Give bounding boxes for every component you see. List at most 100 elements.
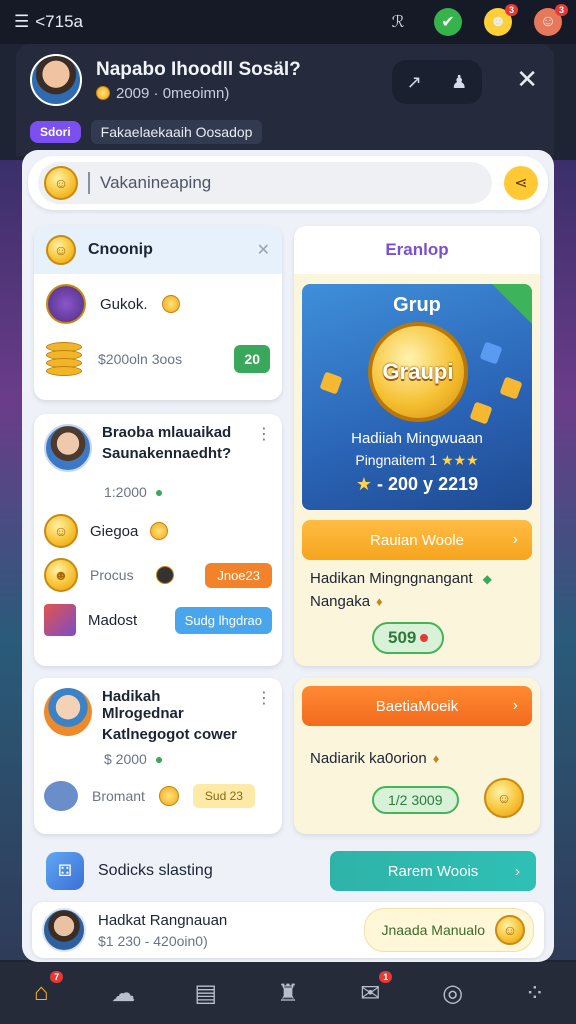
coin-stack-icon xyxy=(46,340,88,378)
count-chip[interactable]: 20 xyxy=(234,345,270,373)
bonus-button[interactable]: BaetiaMoeik › xyxy=(302,686,532,726)
group-description: Hadikan Mingngnangant ◆ Nangaka ♦ xyxy=(310,570,530,610)
check-icon[interactable]: ✔ xyxy=(434,8,462,36)
menu-icon: ☰ xyxy=(14,12,30,31)
collapse-icon[interactable]: ✕ xyxy=(257,240,270,260)
challenge-card: Braoba mlauaikad Saunakennaedht? ⋮ 1:200… xyxy=(34,414,282,666)
profile-name: Napabo Ihoodll Sosäl? xyxy=(96,58,301,80)
challenge-meta: 1:2000 xyxy=(104,484,147,500)
group-card-title: Cnoonip xyxy=(88,241,153,258)
group-desc-line2: Nangaka xyxy=(310,593,371,610)
profile-bar-name: Hadkat Rangnauan xyxy=(98,911,228,929)
challenge-title: Braoba mlauaikad xyxy=(102,424,232,441)
tab-group[interactable]: Eranlop xyxy=(294,226,540,274)
shop-icon[interactable]: ▤ xyxy=(186,973,226,1013)
share-icon[interactable]: ⋖ xyxy=(504,166,538,200)
menu-button[interactable]: ☰ <715a xyxy=(14,12,83,32)
list-item-label: Madost xyxy=(88,611,138,629)
avatar[interactable] xyxy=(30,54,82,106)
medal-icon: ♦ xyxy=(376,594,383,609)
group-card: ☺ Cnoonip ✕ Gukok. $200oln 3oos 20 xyxy=(34,226,282,400)
list-item-label: Giegoa xyxy=(90,522,139,540)
main-panel: ☺ Vakanineaping ⋖ ☺ Cnoonip ✕ Gukok. $20… xyxy=(22,150,554,962)
profile-icon[interactable]: ☺ 3 xyxy=(534,4,568,36)
chat-icon[interactable]: ☁ xyxy=(103,973,143,1013)
avatar[interactable] xyxy=(42,908,86,952)
coin-icon xyxy=(161,295,180,313)
search-bar[interactable]: ☺ Vakanineaping ⋖ xyxy=(28,156,548,210)
translate-icon[interactable]: ℛ xyxy=(384,8,412,36)
score-pill[interactable]: 509 xyxy=(372,622,445,654)
profile-subtitle: 2009 · 0meoimn) xyxy=(96,85,301,102)
coin-icon: ☺ xyxy=(44,166,78,200)
message-icon[interactable]: ✉ 1 xyxy=(350,971,393,1013)
profile-subtitle-text: 2009 · 0meoimn) xyxy=(116,84,230,102)
social-label: Sodicks slasting xyxy=(98,862,213,879)
home-icon[interactable]: ⌂ 7 xyxy=(21,971,64,1013)
join-button[interactable]: Jnaada Manualo ☺ xyxy=(364,908,534,952)
coin-icon xyxy=(96,86,110,100)
group-action-label: Rauian Woole xyxy=(370,531,464,549)
coin-icon xyxy=(158,786,179,806)
reward-amount: $ 2000 xyxy=(104,751,147,767)
coin-pouch-icon xyxy=(46,284,86,324)
bonus-card: BaetiaMoeik › Nadiarik ka0orion ♦ 1/2 30… xyxy=(294,678,540,834)
social-row: ⚃ Sodicks slasting Rarem Woois › xyxy=(46,850,536,892)
coin-icon xyxy=(155,566,174,584)
edit-icon[interactable]: ↗ xyxy=(407,72,422,93)
diamond-icon: ◆ xyxy=(482,571,492,586)
header-actions: ↗ ♟ xyxy=(392,60,482,104)
more-icon[interactable]: ⁘ xyxy=(515,973,555,1013)
group-reward-card: Eranlop Grup Graupi Hadiiah Mingwuaan Pi… xyxy=(294,226,540,666)
more-options-icon[interactable]: ⋮ xyxy=(256,688,272,708)
bonus-button-label: BaetiaMoeik xyxy=(375,697,459,715)
dice-icon: ⚃ xyxy=(46,852,84,890)
notification-icon[interactable]: ☻ 3 xyxy=(484,4,518,36)
cursor xyxy=(88,172,90,194)
bonus-description: Nadiarik ka0orion xyxy=(310,750,427,767)
trophy-icon[interactable]: ♜ xyxy=(268,973,308,1013)
alert-dot-icon xyxy=(420,634,429,642)
banner-score-text: - 200 y 2219 xyxy=(377,474,479,494)
close-icon[interactable]: ✕ xyxy=(516,64,538,95)
avatar xyxy=(44,424,92,472)
coin-icon xyxy=(150,522,169,540)
bonus-pill[interactable]: 1/2 3009 xyxy=(372,786,459,814)
list-item-label: Procus xyxy=(90,567,134,583)
tag-pill[interactable]: Sdori xyxy=(30,121,81,143)
person-icon[interactable]: ♟ xyxy=(451,72,467,93)
message-badge: 1 xyxy=(379,971,393,983)
list-item-chip[interactable]: Sudg lhgdrao xyxy=(174,606,272,634)
banner-title: Grup xyxy=(393,294,441,316)
profile-bar: Hadkat Rangnauan $1 230 - 420oin0) Jnaad… xyxy=(32,902,544,958)
coin-icon: ☺ xyxy=(484,778,524,818)
medal-icon: ♦ xyxy=(432,751,440,766)
list-item-chip[interactable]: Jnoe23 xyxy=(205,562,272,588)
search-input[interactable]: Vakanineaping xyxy=(100,173,211,193)
chevron-right-icon: › xyxy=(512,531,518,548)
coin-icon: ☺ xyxy=(495,915,525,945)
join-button-label: Jnaada Manualo xyxy=(381,922,485,938)
chevron-right-icon: › xyxy=(515,862,520,880)
more-options-icon[interactable]: ⋮ xyxy=(256,424,272,444)
amount: $200oln 3oos xyxy=(98,351,183,367)
menu-label: <715a xyxy=(35,12,83,31)
support-icon[interactable]: ◎ xyxy=(433,973,473,1013)
reward-item-label: Bromant xyxy=(92,788,145,804)
profile-bar-amount: $1 230 - 420oin0) xyxy=(98,932,208,949)
social-button-label: Rarem Woois xyxy=(387,862,479,880)
deco-gem xyxy=(319,371,343,395)
social-button[interactable]: Rarem Woois › xyxy=(330,851,536,891)
verified-icon: ● xyxy=(154,751,164,767)
group-banner[interactable]: Grup Graupi Hadiiah Mingwuaan Pingnaitem… xyxy=(302,284,532,510)
reward-chip[interactable]: Sud 23 xyxy=(192,784,255,808)
tag-text: Fakaelaekaaih Oosadop xyxy=(90,120,263,144)
deco-gem xyxy=(469,401,493,425)
banner-score: ★ - 200 y 2219 xyxy=(302,474,532,495)
deco-gem xyxy=(479,341,503,365)
challenge-subtitle: Saunakennaedht? xyxy=(102,445,232,462)
score-pill-text: 509 xyxy=(388,628,417,647)
group-action-button[interactable]: Rauian Woole › xyxy=(302,520,532,560)
hippo-icon xyxy=(44,781,78,811)
reward-subtitle: Katlnegogot cower xyxy=(102,726,238,743)
